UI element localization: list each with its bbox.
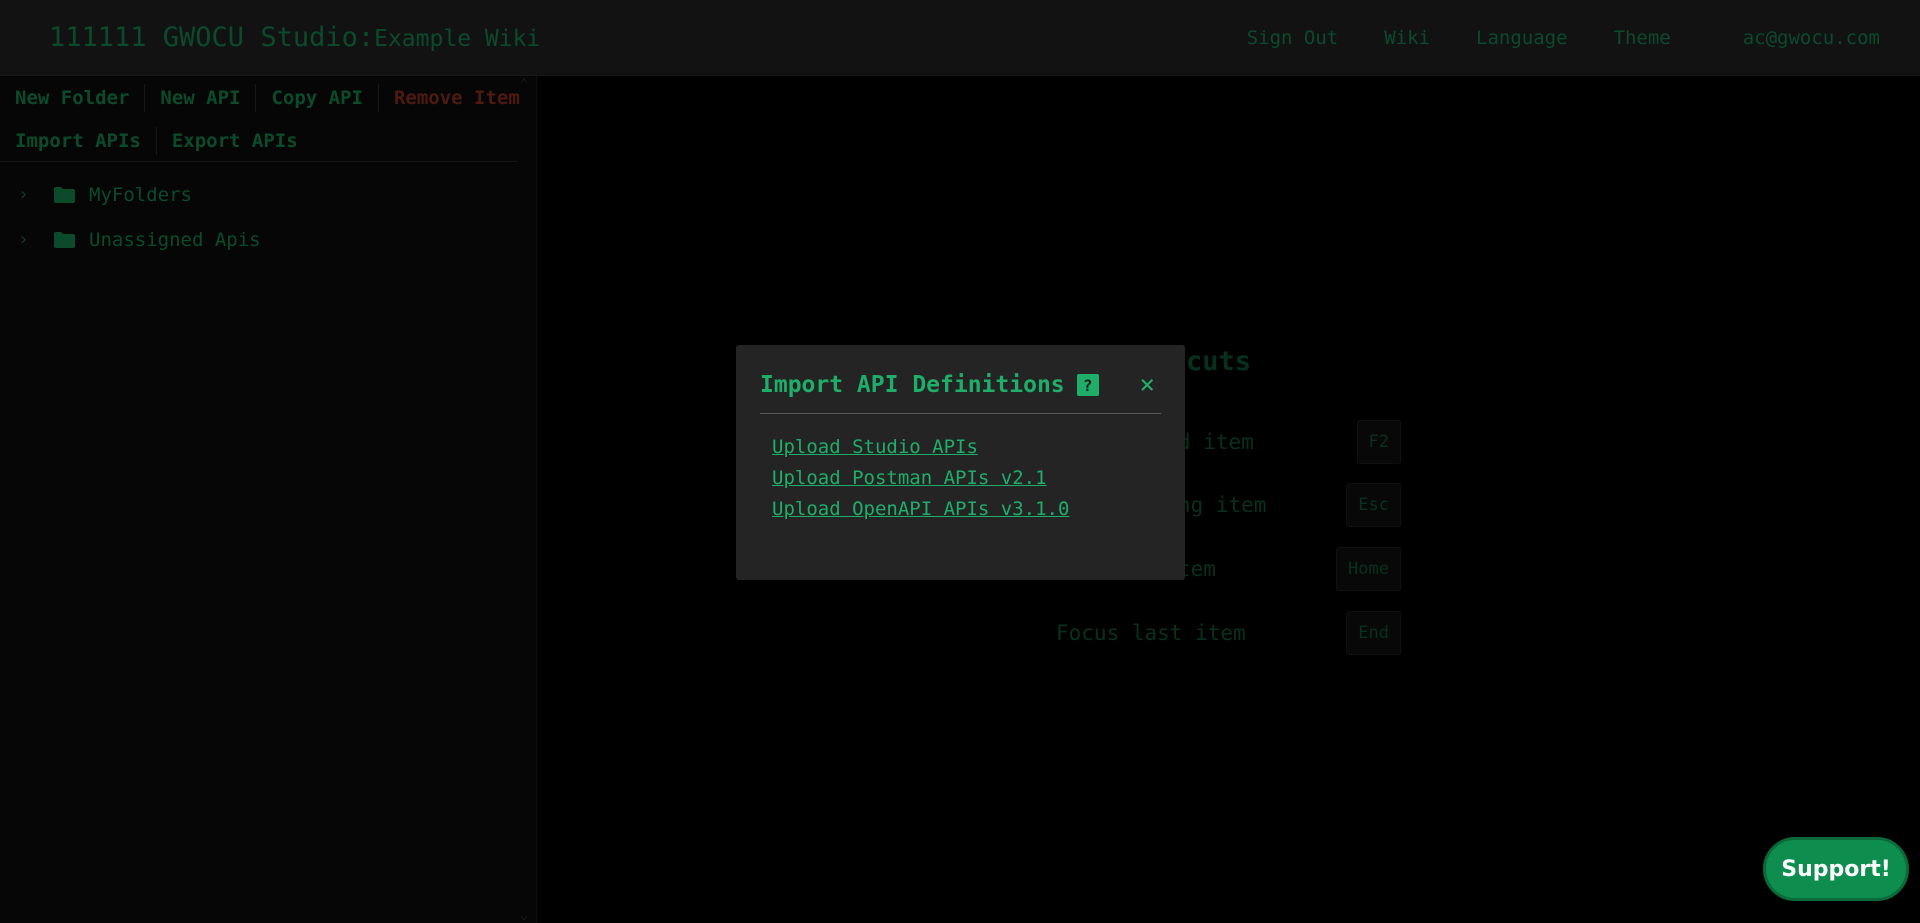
import-api-modal: Import API Definitions ? × Upload Studio… (736, 345, 1185, 580)
close-icon[interactable]: × (1139, 372, 1155, 398)
help-icon[interactable]: ? (1076, 374, 1099, 396)
upload-studio-apis-link[interactable]: Upload Studio APIs (772, 436, 1161, 458)
modal-header: Import API Definitions ? × (760, 367, 1161, 403)
modal-title: Import API Definitions (760, 372, 1065, 398)
upload-openapi-apis-link[interactable]: Upload OpenAPI APIs v3.1.0 (772, 498, 1161, 520)
modal-divider (760, 413, 1161, 414)
support-button[interactable]: Support! (1763, 837, 1909, 901)
upload-postman-apis-link[interactable]: Upload Postman APIs v2.1 (772, 467, 1161, 489)
